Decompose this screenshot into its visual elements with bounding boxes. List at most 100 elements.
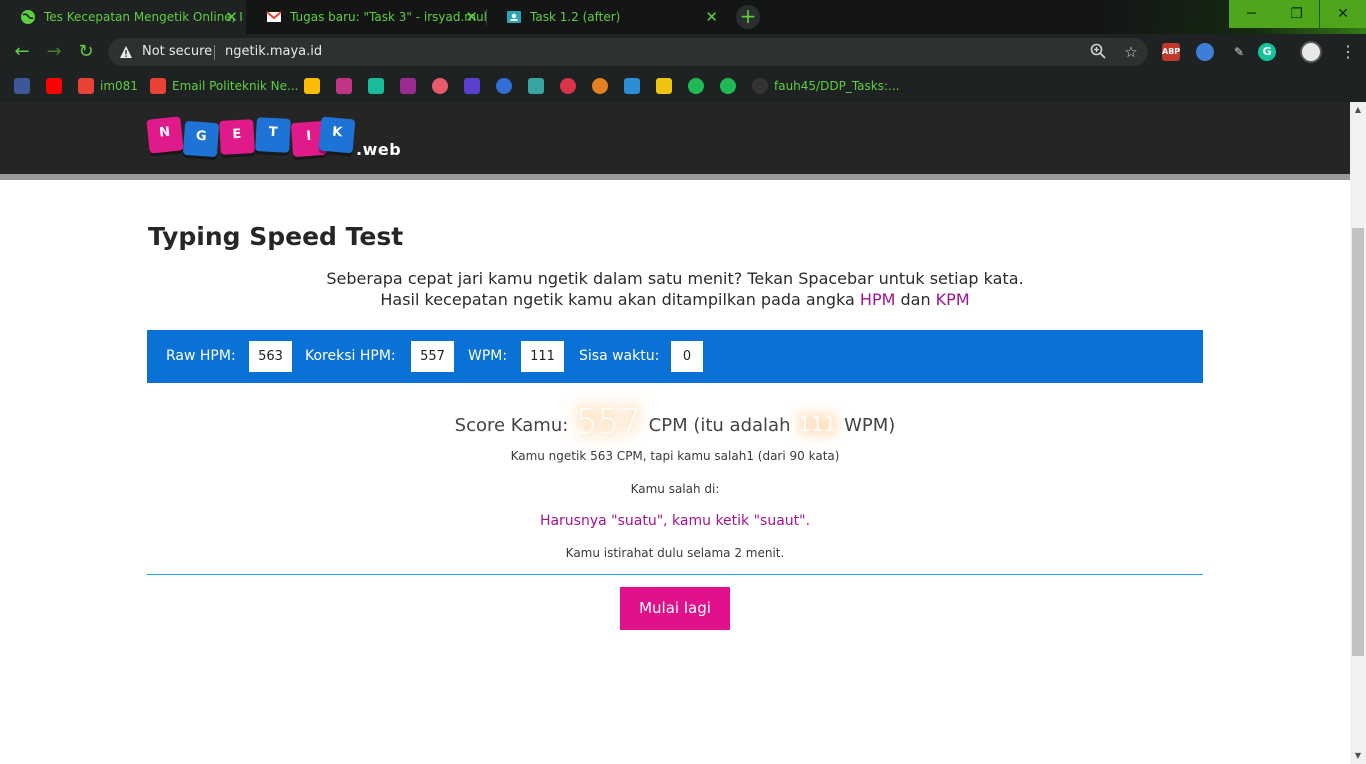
- bookmark-app-5[interactable]: [528, 76, 544, 96]
- score-line: Score Kamu: 557 CPM (itu adalah 111 WPM): [148, 394, 1202, 450]
- forward-button[interactable]: →: [42, 40, 66, 64]
- avatar[interactable]: [1300, 41, 1322, 63]
- kpm-highlight: KPM: [935, 290, 970, 309]
- tab-title: Tes Kecepatan Mengetik Online, I: [44, 10, 243, 24]
- logo-key: T: [255, 117, 291, 153]
- bookmark-heart[interactable]: [560, 76, 576, 96]
- menu-icon[interactable]: ⋮: [1340, 40, 1356, 64]
- scroll-down-arrow[interactable]: ▼: [1350, 748, 1366, 764]
- app-icon: [368, 78, 384, 94]
- logo-key: E: [219, 119, 255, 155]
- classroom-icon: [506, 9, 522, 25]
- wpm-value: 111: [521, 341, 564, 372]
- page-scrollbar[interactable]: ▲ ▼: [1350, 102, 1366, 764]
- minimize-button[interactable]: ─: [1229, 0, 1274, 28]
- logo-key: K: [318, 116, 356, 154]
- app-icon: [624, 78, 640, 94]
- globe-icon: [20, 9, 36, 25]
- warning-icon: [119, 44, 133, 58]
- grammarly-icon[interactable]: G: [1258, 43, 1276, 61]
- vp-icon: [464, 78, 480, 94]
- intro-line-2-text: Hasil kecepatan ngetik kamu akan ditampi…: [380, 290, 860, 309]
- bookmark-spotify-1[interactable]: [688, 76, 704, 96]
- address-divider: [214, 45, 215, 60]
- scroll-up-arrow[interactable]: ▲: [1350, 102, 1366, 118]
- bookmark-youtube[interactable]: [46, 76, 62, 96]
- bookmark-app-1[interactable]: [368, 76, 384, 96]
- tab-title: Task 1.2 (after): [530, 10, 621, 24]
- browser-chrome: Tes Kecepatan Mengetik Online, I ✕ Tugas…: [0, 0, 1366, 102]
- close-icon[interactable]: ✕: [465, 9, 478, 25]
- tab-ngetik[interactable]: Tes Kecepatan Mengetik Online, I ✕: [0, 0, 246, 34]
- close-icon[interactable]: ✕: [705, 9, 718, 25]
- tab-title: Tugas baru: "Task 3" - irsyad.muh: [290, 10, 486, 24]
- bookmark-spotify-2[interactable]: [720, 76, 736, 96]
- koreksi-hpm-value: 557: [411, 341, 454, 372]
- bookmark-github[interactable]: fauh45/DDP_Tasks:...: [752, 76, 899, 96]
- bookmark-facebook[interactable]: [14, 76, 30, 96]
- header-divider: [0, 174, 1350, 180]
- bookmark-app-2[interactable]: [400, 76, 416, 96]
- bookmark-label: fauh45/DDP_Tasks:...: [774, 79, 900, 93]
- section-divider: [147, 574, 1203, 575]
- navigation-bar: ← → ↻ Not secure ngetik.maya.id ☆ ABP ✎ …: [0, 34, 1366, 70]
- bookmark-app-6[interactable]: [592, 76, 608, 96]
- bookmark-app-8[interactable]: [656, 76, 672, 96]
- address-bar[interactable]: Not secure ngetik.maya.id ☆: [108, 38, 1148, 66]
- bookmark-drive[interactable]: [304, 76, 320, 96]
- close-window-button[interactable]: ✕: [1320, 0, 1366, 28]
- security-label: Not secure: [142, 44, 213, 59]
- new-tab-button[interactable]: +: [736, 5, 760, 29]
- bookmark-star-icon[interactable]: ☆: [1122, 43, 1140, 61]
- score-prefix: Score Kamu:: [454, 415, 575, 436]
- restart-button[interactable]: Mulai lagi: [620, 587, 730, 630]
- app-icon: [656, 78, 672, 94]
- tab-classroom[interactable]: Task 1.2 (after) ✕: [486, 0, 726, 34]
- sisa-waktu-value: 0: [671, 341, 703, 372]
- bookmark-instagram[interactable]: [336, 76, 352, 96]
- bookmark-im081[interactable]: im081: [78, 76, 138, 96]
- wpm-score-value: 111: [798, 412, 837, 436]
- score-middle-text: CPM (itu adalah: [642, 415, 797, 436]
- site-logo[interactable]: N G E T I K .web: [146, 116, 408, 166]
- spotify-icon: [688, 78, 704, 94]
- koreksi-hpm-label: Koreksi HPM:: [305, 348, 396, 364]
- app-icon: [592, 78, 608, 94]
- rest-message: Kamu istirahat dulu selama 2 menit.: [565, 546, 785, 560]
- app-icon: [400, 78, 416, 94]
- wpm-label: WPM:: [468, 348, 508, 364]
- gmail-icon: [266, 9, 282, 25]
- bookmark-app-3[interactable]: [432, 76, 448, 96]
- tab-gmail[interactable]: Tugas baru: "Task 3" - irsyad.muh ✕: [246, 0, 486, 34]
- drive-icon: [304, 78, 320, 94]
- hpm-highlight: HPM: [859, 290, 896, 309]
- bookmark-app-4[interactable]: [496, 76, 512, 96]
- app-icon: [496, 78, 512, 94]
- raw-hpm-label: Raw HPM:: [166, 348, 236, 364]
- gmail-icon: [150, 78, 166, 94]
- close-icon[interactable]: ✕: [225, 9, 238, 25]
- scroll-thumb[interactable]: [1352, 228, 1364, 656]
- intro-line-1: Seberapa cepat jari kamu ngetik dalam sa…: [326, 269, 1024, 288]
- tab-strip: Tes Kecepatan Mengetik Online, I ✕ Tugas…: [0, 0, 1366, 34]
- gmail-icon: [78, 78, 94, 94]
- raw-hpm-value: 563: [249, 341, 292, 372]
- heart-icon: [560, 78, 576, 94]
- logo-key: N: [146, 116, 184, 154]
- back-button[interactable]: ←: [10, 40, 34, 64]
- bookmark-vp[interactable]: [464, 76, 480, 96]
- bookmark-app-7[interactable]: [624, 76, 640, 96]
- wpm-score: 111: [788, 404, 845, 446]
- zoom-icon[interactable]: [1089, 43, 1107, 61]
- pen-extension-icon[interactable]: ✎: [1230, 43, 1248, 61]
- bookmark-email-politeknik[interactable]: Email Politeknik Ne...: [150, 76, 298, 96]
- facebook-icon: [14, 78, 30, 94]
- bookmarks-bar: im081 Email Politeknik Ne... fauh45/DDP_…: [0, 70, 1366, 102]
- restore-button[interactable]: ❐: [1274, 0, 1319, 28]
- result-summary: Kamu ngetik 563 CPM, tapi kamu salah1 (d…: [510, 449, 840, 463]
- app-icon: [528, 78, 544, 94]
- reload-button[interactable]: ↻: [74, 40, 98, 64]
- translate-extension-icon[interactable]: [1196, 43, 1214, 61]
- adblock-icon[interactable]: ABP: [1162, 43, 1180, 61]
- bookmark-label: im081: [100, 79, 138, 93]
